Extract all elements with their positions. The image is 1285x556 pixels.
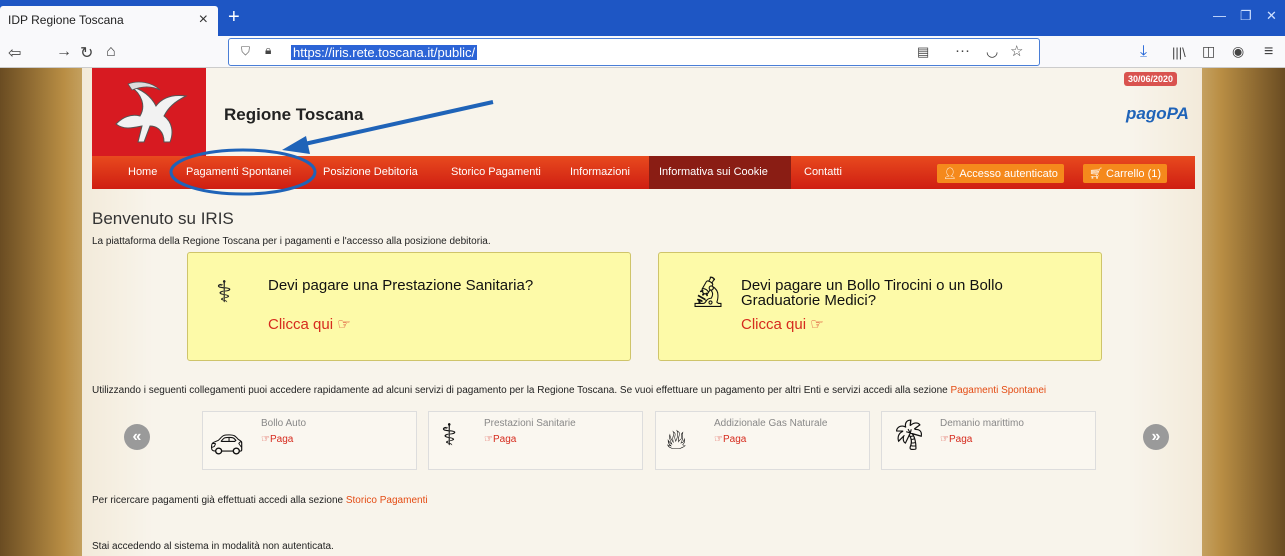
menu-informazioni[interactable]: Informazioni [570,166,630,178]
service-bollo-auto[interactable]: 🚗︎ Bollo Auto ☞Paga [202,411,417,470]
carousel-next-icon[interactable]: » [1143,424,1169,450]
home-icon[interactable]: ⌂ [106,43,116,61]
menu-informativa-cookie[interactable]: Informativa sui Cookie [659,166,768,178]
main-menu: Home Pagamenti Spontanei Posizione Debit… [92,156,1195,189]
browser-nav-bar: ⇦ → ↻ ⌂ ⛉ 🔒︎ https://iris.rete.toscana.i… [0,36,1285,68]
menu-posizione-debitoria[interactable]: Posizione Debitoria [323,166,418,178]
card2-title-line2: Graduatorie Medici? [741,292,877,309]
caduceus-icon: ⚕ [216,276,233,309]
user-icon: 👤︎ [943,168,960,180]
pointing-hand-icon: ☞ [261,434,270,445]
link-pagamenti-spontanei[interactable]: Pagamenti Spontanei [950,385,1046,396]
menu-contatti[interactable]: Contatti [804,166,842,178]
page-actions-icon[interactable]: ··· [955,42,970,59]
back-icon[interactable]: ⇦ [8,43,21,63]
service-pay-link[interactable]: ☞Paga [714,434,746,445]
pointing-hand-icon: ☞ [940,434,949,445]
sidebar-icon[interactable]: ◫ [1202,43,1215,60]
card1-title: Devi pagare una Prestazione Sanitaria? [268,277,534,294]
not-authenticated-text: Stai accedendo al sistema in modalità no… [92,541,334,552]
caduceus-icon: ⚕ [441,419,458,452]
account-icon[interactable]: ◉ [1232,43,1244,60]
menu-home[interactable]: Home [128,166,157,178]
login-label: Accesso autenticato [959,168,1058,180]
palm-icon: 🌴︎ [890,419,929,452]
minimize-icon[interactable]: — [1213,8,1226,23]
link-storico-pagamenti[interactable]: Storico Pagamenti [346,495,428,506]
bookmark-star-icon[interactable]: ☆ [1010,42,1023,60]
pay-label: Paga [948,434,973,445]
card-prestazione-sanitaria[interactable]: ⚕ Devi pagare una Prestazione Sanitaria?… [187,252,631,361]
card1-click-label: Clicca qui [268,316,334,333]
forward-icon[interactable]: → [56,43,72,61]
card-bollo-tirocini[interactable]: 🔬︎ Devi pagare un Bollo Tirocini o un Bo… [658,252,1102,361]
url-bar[interactable]: ⛉ 🔒︎ https://iris.rete.toscana.it/public… [228,38,1040,66]
pay-label: Paga [269,434,294,445]
download-icon[interactable]: ⤓ [1140,43,1147,61]
new-tab-icon[interactable]: + [228,6,240,29]
url-text[interactable]: https://iris.rete.toscana.it/public/ [291,45,478,60]
regione-toscana-logo[interactable] [92,68,206,156]
service-pay-link[interactable]: ☞Paga [940,434,972,445]
library-icon[interactable]: |||\ [1172,45,1186,60]
browser-tab[interactable]: IDP Regione Toscana × [0,6,218,36]
pay-label: Paga [722,434,747,445]
login-button[interactable]: 👤︎ Accesso autenticato [937,164,1064,183]
reader-view-icon[interactable]: ▤ [917,44,929,60]
car-icon: 🚗︎ [209,429,245,460]
service-name: Bollo Auto [261,418,307,429]
links-intro: Utilizzando i seguenti collegamenti puoi… [92,385,1046,396]
card2-click-link[interactable]: Clicca qui ☞ [741,315,824,333]
storico-text: Per ricercare pagamenti già effettuati a… [92,495,428,506]
menu-pagamenti-spontanei[interactable]: Pagamenti Spontanei [186,166,291,178]
tab-title: IDP Regione Toscana [8,13,124,27]
lock-icon[interactable]: 🔒︎ [265,43,271,58]
shield-icon[interactable]: ⛉ [241,44,250,59]
carousel-prev-icon[interactable]: « [124,424,150,450]
menu-storico-pagamenti[interactable]: Storico Pagamenti [451,166,541,178]
intro-text: La piattaforma della Regione Toscana per… [92,236,491,247]
card1-click-link[interactable]: Clicca qui ☞ [268,315,351,333]
links-intro-text: Utilizzando i seguenti collegamenti puoi… [92,385,951,396]
card2-title-line1: Devi pagare un Bollo Tirocini o un Bollo [741,277,1003,294]
service-pay-link[interactable]: ☞Paga [484,434,516,445]
pagopa-logo: pagoPA [1126,104,1189,123]
microscope-icon: 🔬︎ [689,276,728,309]
service-demanio-marittimo[interactable]: 🌴︎ Demanio marittimo ☞Paga [881,411,1096,470]
service-name: Addizionale Gas Naturale [714,418,828,429]
browser-tab-bar: IDP Regione Toscana × + — ❐ ✕ [0,0,1285,36]
service-name: Demanio marittimo [940,418,1024,429]
window-close-icon[interactable]: ✕ [1266,8,1277,24]
pegasus-icon [115,81,188,143]
welcome-heading: Benvenuto su IRIS [92,209,234,228]
service-addizionale-gas[interactable]: 🔥︎ Addizionale Gas Naturale ☞Paga [655,411,870,470]
service-prestazioni-sanitarie[interactable]: ⚕ Prestazioni Sanitarie ☞Paga [428,411,643,470]
card2-click-label: Clicca qui [741,316,807,333]
cart-icon: 🛒︎ [1089,168,1107,180]
restore-icon[interactable]: ❐ [1240,8,1252,24]
menu-icon[interactable]: ≡ [1264,43,1273,61]
date-badge: 30/06/2020 [1124,72,1178,86]
cart-button[interactable]: 🛒︎ Carrello (1) [1083,164,1168,183]
tab-close-icon[interactable]: × [199,11,208,29]
site-title: Regione Toscana [224,105,364,124]
flame-icon: 🔥︎ [666,424,687,455]
pointing-hand-icon: ☞ [337,316,351,333]
reload-icon[interactable]: ↻ [80,43,93,63]
pointing-hand-icon: ☞ [714,434,723,445]
storico-label: Per ricercare pagamenti già effettuati a… [92,495,346,506]
service-pay-link[interactable]: ☞Paga [261,434,293,445]
pointing-hand-icon: ☞ [810,316,824,333]
pocket-icon[interactable]: ◡ [986,43,998,60]
cart-label: Carrello (1) [1106,168,1162,180]
pointing-hand-icon: ☞ [484,434,493,445]
pay-label: Paga [492,434,517,445]
service-name: Prestazioni Sanitarie [484,418,576,429]
